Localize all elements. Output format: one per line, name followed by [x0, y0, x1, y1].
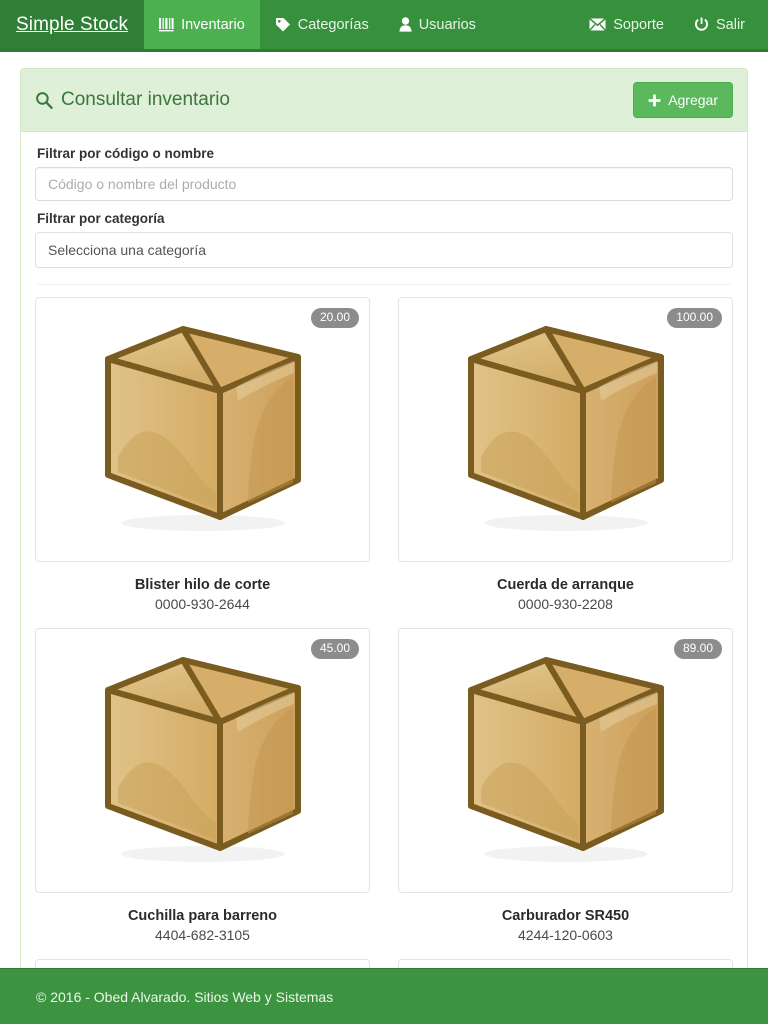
- category-select-value: Selecciona una categoría: [48, 242, 206, 258]
- product-grid: 20.00 Blister hilo de corte 0000-930-264…: [35, 285, 733, 1024]
- product-card[interactable]: 45.00 Cuchilla para barreno 4404-682-310…: [35, 628, 370, 959]
- nav-label-categorias: Categorías: [297, 16, 369, 33]
- price-badge: 89.00: [673, 639, 722, 660]
- product-code: 4404-682-3105: [155, 927, 250, 943]
- brand-logo[interactable]: Simple Stock: [0, 0, 145, 49]
- product-code: 4244-120-0603: [518, 927, 613, 943]
- cardboard-box-image: [467, 657, 664, 862]
- nav-item-salir[interactable]: Salir: [679, 0, 760, 49]
- primary-nav: Inventario Categorías Usuarios: [144, 0, 574, 49]
- nav-item-soporte[interactable]: Soporte: [574, 0, 679, 49]
- panel-header: Consultar inventario Agregar: [21, 69, 747, 132]
- nav-label-usuarios: Usuarios: [418, 16, 476, 33]
- barcode-icon: [159, 17, 174, 32]
- panel-body: Filtrar por código o nombre Filtrar por …: [21, 132, 747, 1024]
- nav-item-categorias[interactable]: Categorías: [260, 0, 384, 49]
- page-content: Consultar inventario Agregar Filtrar por…: [0, 52, 768, 1024]
- price-badge: 100.00: [667, 308, 722, 329]
- product-card[interactable]: 20.00 Blister hilo de corte 0000-930-264…: [35, 297, 370, 628]
- page-title: Consultar inventario: [35, 89, 230, 111]
- user-icon: [399, 17, 412, 32]
- inventory-panel: Consultar inventario Agregar Filtrar por…: [20, 68, 748, 1024]
- top-navbar: Simple Stock Inventario Categorías Usuar…: [0, 0, 768, 52]
- secondary-nav: Soporte Salir: [574, 0, 768, 49]
- filter-name-label: Filtrar por código o nombre: [37, 146, 215, 161]
- nav-label-salir: Salir: [715, 16, 745, 33]
- product-thumbnail[interactable]: 20.00: [35, 297, 370, 562]
- add-product-label: Agregar: [668, 92, 718, 108]
- product-thumbnail[interactable]: 100.00: [398, 297, 733, 562]
- product-thumbnail[interactable]: 45.00: [35, 628, 370, 893]
- price-badge: 45.00: [310, 639, 359, 660]
- nav-label-soporte: Soporte: [613, 16, 664, 33]
- product-name: Blister hilo de corte: [134, 577, 271, 593]
- product-card[interactable]: 89.00 Carburador SR450 4244-120-0603: [398, 628, 733, 959]
- search-input[interactable]: [35, 167, 733, 201]
- search-icon: [35, 91, 53, 109]
- nav-item-usuarios[interactable]: Usuarios: [384, 0, 491, 49]
- price-badge: 20.00: [310, 308, 359, 329]
- add-product-button[interactable]: Agregar: [633, 82, 733, 118]
- brand-label: Simple Stock: [16, 13, 129, 35]
- product-name: Carburador SR450: [501, 908, 630, 924]
- nav-label-inventario: Inventario: [181, 16, 245, 33]
- cardboard-box-image: [467, 326, 664, 531]
- power-icon: [694, 17, 709, 32]
- product-thumbnail[interactable]: 89.00: [398, 628, 733, 893]
- envelope-icon: [589, 18, 607, 31]
- category-select[interactable]: Selecciona una categoría: [35, 232, 733, 268]
- cardboard-box-image: [104, 326, 301, 531]
- footer-copyright: © 2016 - Obed Alvarado. Sitios Web y Sis…: [36, 988, 334, 1005]
- product-code: 0000-930-2208: [518, 596, 613, 612]
- filter-category-label: Filtrar por categoría: [37, 211, 165, 226]
- plus-icon: [648, 94, 661, 107]
- product-name: Cuerda de arranque: [497, 577, 634, 593]
- product-name: Cuchilla para barreno: [127, 908, 278, 924]
- product-card[interactable]: 100.00 Cuerda de arranque 0000-930-2208: [398, 297, 733, 628]
- cardboard-box-image: [104, 657, 301, 862]
- tag-icon: [275, 17, 291, 32]
- page-footer: © 2016 - Obed Alvarado. Sitios Web y Sis…: [0, 968, 768, 1024]
- product-code: 0000-930-2644: [155, 596, 250, 612]
- panel-title-label: Consultar inventario: [61, 89, 230, 110]
- nav-item-inventario[interactable]: Inventario: [144, 0, 260, 49]
